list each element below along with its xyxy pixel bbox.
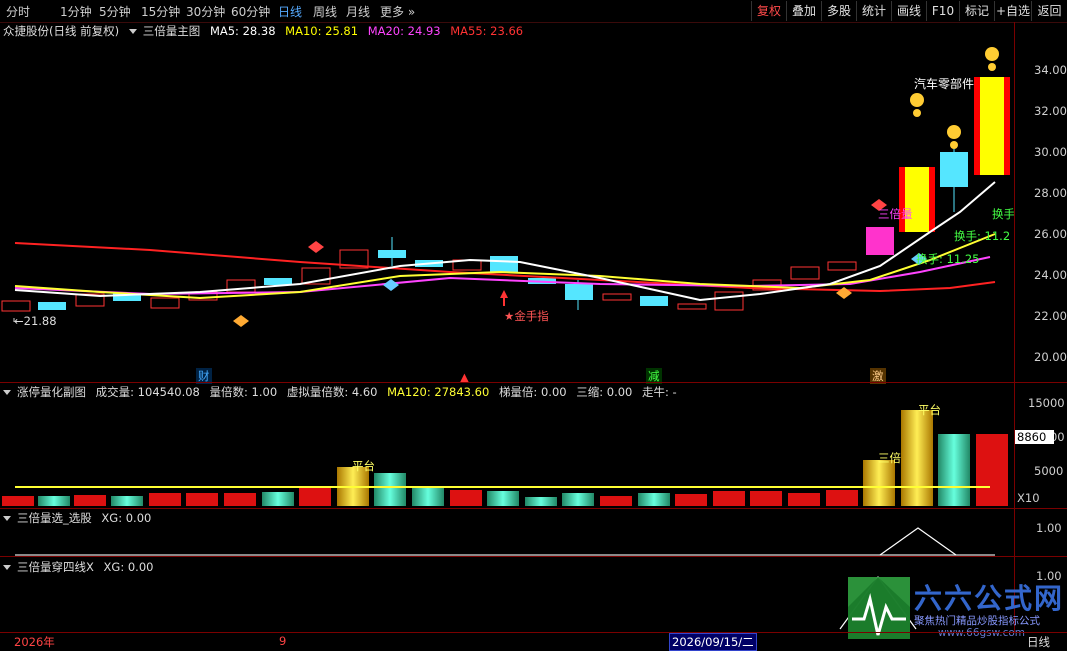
diamond-markers (233, 199, 927, 327)
back-button[interactable]: 返回 (1031, 1, 1067, 21)
cursor-date-label: 2026/09/15/二 (669, 633, 757, 651)
ladder-multiple: 梯量倍: 0.00 (498, 385, 567, 399)
indicator-dropdown-icon[interactable] (3, 390, 11, 395)
period-tab-30min[interactable]: 30分钟 (186, 3, 225, 20)
mark-button[interactable]: 标记 (959, 1, 994, 21)
ma120-value: MA120: 27843.60 (387, 385, 490, 399)
f10-button[interactable]: F10 (926, 1, 959, 21)
sector-label: 汽车零部件 (914, 77, 975, 91)
flat-label-1: 平台 (352, 459, 375, 473)
period-tab-60min[interactable]: 60分钟 (231, 3, 270, 20)
golden-finger-text: 金手指 (514, 309, 549, 323)
low-price-marker: ←21.88 (14, 314, 57, 328)
price-tick: 32.00 (1034, 104, 1067, 118)
watermark-name: 六六公式网 (914, 582, 1065, 615)
candlestick-chart[interactable] (0, 22, 1014, 384)
star-icon: ★ (504, 309, 515, 323)
price-tick: 22.00 (1034, 309, 1067, 323)
toolbar: 分时 1分钟 5分钟 15分钟 30分钟 60分钟 日线 周线 月线 更多 » … (0, 0, 1067, 23)
triple-volume-tag: 三倍 (878, 451, 901, 465)
more-chevron-icon: » (407, 5, 416, 19)
period-tab-monthly[interactable]: 月线 (346, 3, 370, 20)
flat-label-2: 平台 (918, 403, 941, 417)
stats-button[interactable]: 统计 (856, 1, 891, 21)
price-axis: 34.00 32.00 30.00 28.00 26.00 24.00 22.0… (1014, 22, 1067, 384)
triple-shrink: 三缩: 0.00 (576, 385, 633, 399)
volume-chart[interactable] (0, 400, 1014, 508)
draw-button[interactable]: 画线 (891, 1, 926, 21)
period-tab-1min[interactable]: 1分钟 (60, 3, 92, 20)
overlay-button[interactable]: 叠加 (786, 1, 821, 21)
volume-bars (2, 410, 1008, 506)
period-tab-timeshare[interactable]: 分时 (6, 3, 30, 20)
price-tick: 20.00 (1034, 350, 1067, 364)
date-axis-bar: 2026年 9 2026/09/15/二 日线 (0, 632, 1067, 651)
add-watchlist-button[interactable]: +自选 (994, 1, 1031, 21)
price-tick: 30.00 (1034, 145, 1067, 159)
bull-run: 走牛: - (642, 385, 677, 399)
volume-indicator-name[interactable]: 涨停量化副图 (17, 385, 86, 399)
more-label: 更多 (380, 5, 405, 19)
vol-multiple: 量倍数: 1.00 (209, 385, 278, 399)
up-arrow-icon (500, 290, 508, 298)
volume-legend: 涨停量化副图 成交量: 104540.08 量倍数: 1.00 虚拟量倍数: 4… (3, 384, 683, 400)
year-label: 2026年 (14, 635, 55, 649)
adjust-button[interactable]: 复权 (751, 1, 786, 21)
volume-unit: X10 (1017, 491, 1040, 505)
volume-axis: 15000 10000 5000 8860 X10 (1014, 384, 1067, 508)
virtual-vol-multiple: 虚拟量倍数: 4.60 (286, 385, 378, 399)
triple-volume-label: 三倍量 (878, 207, 913, 221)
volume-current-value: 8860 (1015, 430, 1055, 444)
price-tick: 24.00 (1034, 268, 1067, 282)
volume-tick: 15000 (1028, 396, 1065, 410)
period-tab-more[interactable]: 更多 » (380, 3, 415, 20)
month-label: 9 (279, 634, 287, 648)
period-label[interactable]: 日线 (1027, 634, 1050, 650)
turnover-label: 换手 (992, 207, 1015, 221)
period-tab-15min[interactable]: 15分钟 (141, 3, 180, 20)
period-tab-weekly[interactable]: 周线 (313, 3, 337, 20)
period-tab-daily[interactable]: 日线 (278, 3, 302, 20)
period-tab-5min[interactable]: 5分钟 (99, 3, 131, 20)
volume-panel-divider (0, 382, 1067, 383)
golden-finger-label: ★金手指 (504, 308, 549, 324)
sub1-tick: 1.00 (1036, 521, 1062, 535)
turnover-value-1: 换手: 11.2 (954, 229, 1011, 243)
sub1-chart[interactable] (0, 509, 1014, 557)
watermark-logo-icon (848, 577, 910, 639)
volume-tick: 5000 (1034, 464, 1064, 478)
watermark-slogan: 聚焦热门精品炒股指标公式 (914, 615, 1040, 627)
price-tick: 34.00 (1034, 63, 1067, 77)
volume-value: 成交量: 104540.08 (95, 385, 200, 399)
turnover-value-2: 换手: 11.25 (916, 252, 980, 266)
multi-stock-button[interactable]: 多股 (821, 1, 856, 21)
price-tick: 28.00 (1034, 186, 1067, 200)
price-tick: 26.00 (1034, 227, 1067, 241)
